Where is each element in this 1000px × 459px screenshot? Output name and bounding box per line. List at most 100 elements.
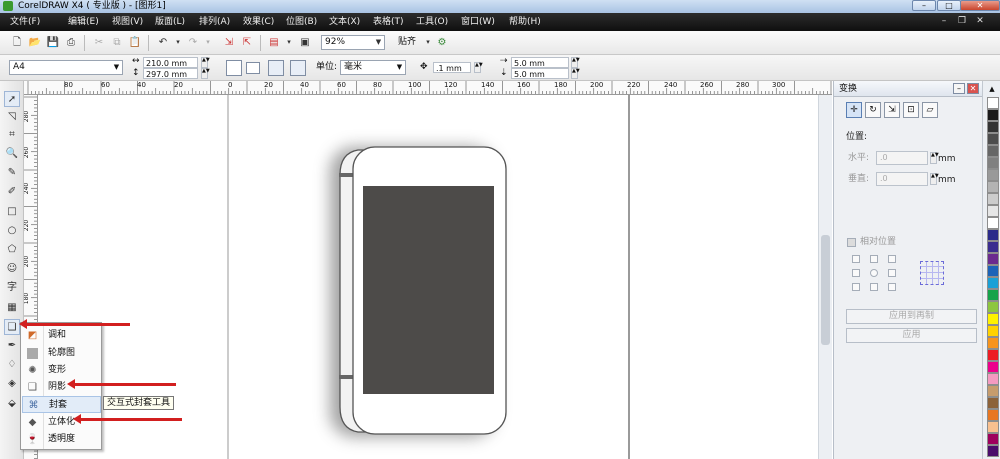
color-swatch[interactable]	[987, 361, 999, 373]
color-swatch[interactable]	[987, 385, 999, 397]
position-mode-icon[interactable]: ✛	[846, 102, 862, 118]
undo-dropdown-icon[interactable]: ▾	[171, 36, 185, 49]
redo-dropdown-icon[interactable]: ▾	[201, 36, 215, 49]
extrude-tool-item[interactable]: ◆ 立体化	[22, 414, 101, 431]
duplicate-x-input[interactable]: 5.0 mm	[511, 57, 569, 68]
anchor-bottom-left[interactable]	[852, 283, 860, 291]
anchor-bottom-center[interactable]	[870, 283, 878, 291]
color-swatch[interactable]	[987, 301, 999, 313]
zoom-level-select[interactable]: 92% ▼	[321, 35, 385, 50]
rectangle-tool-icon[interactable]: □	[4, 204, 20, 220]
color-swatch[interactable]	[987, 109, 999, 121]
menu-window[interactable]: 窗口(W)	[461, 13, 495, 31]
scrollbar-thumb[interactable]	[821, 235, 830, 345]
duplicate-y-input[interactable]: 5.0 mm	[511, 68, 569, 79]
smart-fill-tool-icon[interactable]: ✐	[4, 184, 20, 200]
color-swatch[interactable]	[987, 217, 999, 229]
minimize-button[interactable]: –	[912, 0, 936, 11]
page-size-select[interactable]: A4 ▼	[9, 60, 123, 75]
color-swatch[interactable]	[987, 337, 999, 349]
color-swatch[interactable]	[987, 133, 999, 145]
color-swatch[interactable]	[987, 409, 999, 421]
apply-button[interactable]: 应用	[846, 328, 977, 343]
color-swatch[interactable]	[987, 349, 999, 361]
welcome-screen-icon[interactable]: ▣	[298, 36, 312, 49]
color-swatch[interactable]	[987, 421, 999, 433]
color-swatch[interactable]	[987, 397, 999, 409]
shape-tool-icon[interactable]: ◹	[4, 109, 20, 125]
page-height-input[interactable]: 297.0 mm	[143, 68, 198, 79]
anchor-top-left[interactable]	[852, 255, 860, 263]
color-swatch[interactable]	[987, 313, 999, 325]
color-swatch[interactable]	[987, 373, 999, 385]
redo-icon[interactable]: ↷	[186, 36, 200, 49]
color-swatch[interactable]	[987, 289, 999, 301]
color-swatch[interactable]	[987, 145, 999, 157]
undo-icon[interactable]: ↶	[156, 36, 170, 49]
crop-tool-icon[interactable]: ⌗	[4, 127, 20, 143]
anchor-middle-left[interactable]	[852, 269, 860, 277]
color-swatch[interactable]	[987, 157, 999, 169]
width-spinner[interactable]: ▲▼	[201, 57, 210, 68]
apply-to-duplicate-button[interactable]: 应用到再制	[846, 309, 977, 324]
interactive-effects-tool-icon[interactable]: ❑	[4, 319, 20, 335]
distort-tool-item[interactable]: ✺ 变形	[22, 362, 101, 379]
menu-arrange[interactable]: 排列(A)	[199, 13, 230, 31]
snap-dropdown-icon[interactable]: ▾	[421, 36, 435, 49]
menu-bitmaps[interactable]: 位图(B)	[286, 13, 317, 31]
color-swatch[interactable]	[987, 97, 999, 109]
table-tool-icon[interactable]: ▦	[4, 300, 20, 316]
anchor-middle-right[interactable]	[888, 269, 896, 277]
color-swatch[interactable]	[987, 169, 999, 181]
menu-effects[interactable]: 效果(C)	[243, 13, 274, 31]
outline-tool-icon[interactable]: ♢	[4, 357, 20, 373]
units-select[interactable]: 毫米 ▼	[340, 60, 406, 75]
save-icon[interactable]: 💾	[46, 36, 60, 49]
color-swatch[interactable]	[987, 229, 999, 241]
menu-edit[interactable]: 编辑(E)	[68, 13, 99, 31]
doc-minimize-icon[interactable]: –	[938, 16, 950, 27]
color-swatch[interactable]	[987, 265, 999, 277]
polygon-tool-icon[interactable]: ⬠	[4, 242, 20, 258]
launcher-dropdown-icon[interactable]: ▾	[282, 36, 296, 49]
docker-minimize-icon[interactable]: –	[953, 83, 965, 94]
maximize-button[interactable]: □	[937, 0, 961, 11]
copy-icon[interactable]: ⧉	[110, 36, 124, 49]
basic-shapes-tool-icon[interactable]: ☺	[4, 261, 20, 277]
size-mode-icon[interactable]: ⊡	[903, 102, 919, 118]
menu-help[interactable]: 帮助(H)	[509, 13, 541, 31]
page-width-input[interactable]: 210.0 mm	[143, 57, 198, 68]
cut-icon[interactable]: ✂	[92, 36, 106, 49]
color-swatch[interactable]	[987, 325, 999, 337]
vertical-input[interactable]: .0	[876, 172, 928, 186]
zoom-tool-icon[interactable]: 🔍	[4, 146, 20, 162]
freehand-tool-icon[interactable]: ✎	[4, 165, 20, 181]
horizontal-spinner[interactable]: ▲▼	[930, 152, 939, 164]
relative-position-checkbox[interactable]	[847, 238, 856, 247]
vertical-scrollbar[interactable]	[818, 95, 832, 459]
rotate-mode-icon[interactable]: ↻	[865, 102, 881, 118]
anchor-top-center[interactable]	[870, 255, 878, 263]
transparency-tool-item[interactable]: 🍷 透明度	[22, 431, 101, 448]
all-pages-icon[interactable]	[268, 60, 284, 76]
contour-tool-item[interactable]: 轮廓图	[22, 345, 101, 362]
pick-tool-icon[interactable]: ➚	[4, 91, 20, 107]
duplicate-x-spinner[interactable]: ▲▼	[571, 57, 580, 68]
menu-tools[interactable]: 工具(O)	[416, 13, 448, 31]
nudge-distance-input[interactable]: .1 mm	[433, 62, 471, 73]
options-icon[interactable]: ⚙	[435, 36, 449, 49]
doc-restore-icon[interactable]: ❐	[956, 16, 968, 27]
anchor-top-right[interactable]	[888, 255, 896, 263]
fill-tool-icon[interactable]: ◈	[4, 376, 20, 392]
current-page-icon[interactable]	[290, 60, 306, 76]
paste-icon[interactable]: 📋	[128, 36, 142, 49]
vertical-spinner[interactable]: ▲▼	[930, 173, 939, 185]
color-swatch[interactable]	[987, 241, 999, 253]
palette-scroll-up-icon[interactable]: ▲	[985, 85, 999, 93]
color-swatch[interactable]	[987, 193, 999, 205]
envelope-tool-item[interactable]: ⌘ 封套	[22, 396, 101, 413]
ellipse-tool-icon[interactable]: ○	[4, 223, 20, 239]
new-document-icon[interactable]: 🗋	[10, 36, 24, 49]
menu-view[interactable]: 视图(V)	[112, 13, 143, 31]
color-swatch[interactable]	[987, 205, 999, 217]
